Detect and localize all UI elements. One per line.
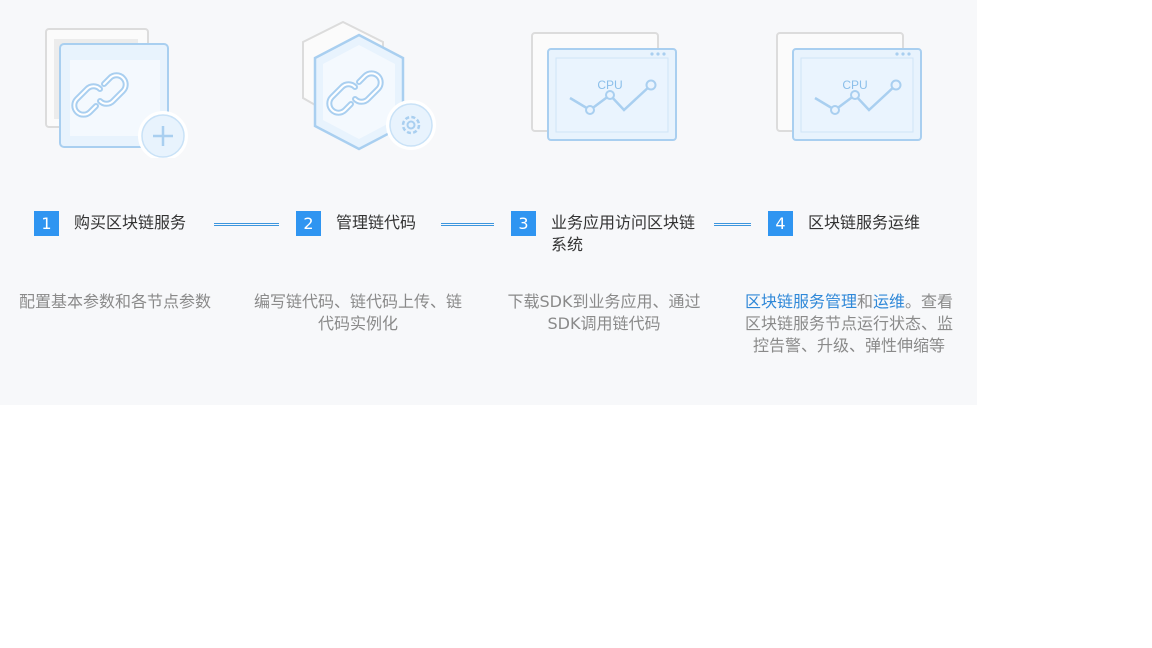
- step-number: 2: [296, 211, 321, 236]
- chain-add-icon: [40, 18, 200, 158]
- step-3-description: 下载SDK到业务应用、通过SDK调用链代码: [507, 292, 701, 333]
- step-1-description: 配置基本参数和各节点参数: [18, 292, 211, 311]
- step-title: 管理链代码: [336, 213, 417, 232]
- step-connector: [714, 223, 751, 226]
- operations-link[interactable]: 运维: [873, 292, 905, 311]
- svg-text:CPU: CPU: [597, 78, 622, 92]
- step-title: 区块链服务运维: [808, 213, 921, 232]
- step-title: 购买区块链服务: [74, 213, 187, 232]
- chain-settings-icon: [285, 18, 445, 158]
- cpu-monitor-icon: CPU: [528, 18, 688, 158]
- step-title: 业务应用访问区块链系统: [551, 213, 696, 254]
- cpu-monitor-icon: CPU: [773, 18, 933, 158]
- step-number: 1: [34, 211, 59, 236]
- step-2-description: 编写链代码、链代码上传、链代码实例化: [253, 292, 462, 333]
- step-connector: [441, 223, 494, 226]
- step-connector: [214, 223, 279, 226]
- svg-text:CPU: CPU: [842, 78, 867, 92]
- process-steps-panel: CPU CPU 1 购买区块链服务 2 管理链代码 3 业务应用访问区块链系统 …: [0, 0, 977, 405]
- step-number: 3: [511, 211, 536, 236]
- description-text: 和: [856, 292, 873, 311]
- service-management-link[interactable]: 区块链服务管理: [745, 292, 857, 311]
- step-4-description: 区块链服务管理和运维。查看区块链服务节点运行状态、监控告警、升级、弹性伸缩等: [740, 291, 958, 357]
- step-number: 4: [768, 211, 793, 236]
